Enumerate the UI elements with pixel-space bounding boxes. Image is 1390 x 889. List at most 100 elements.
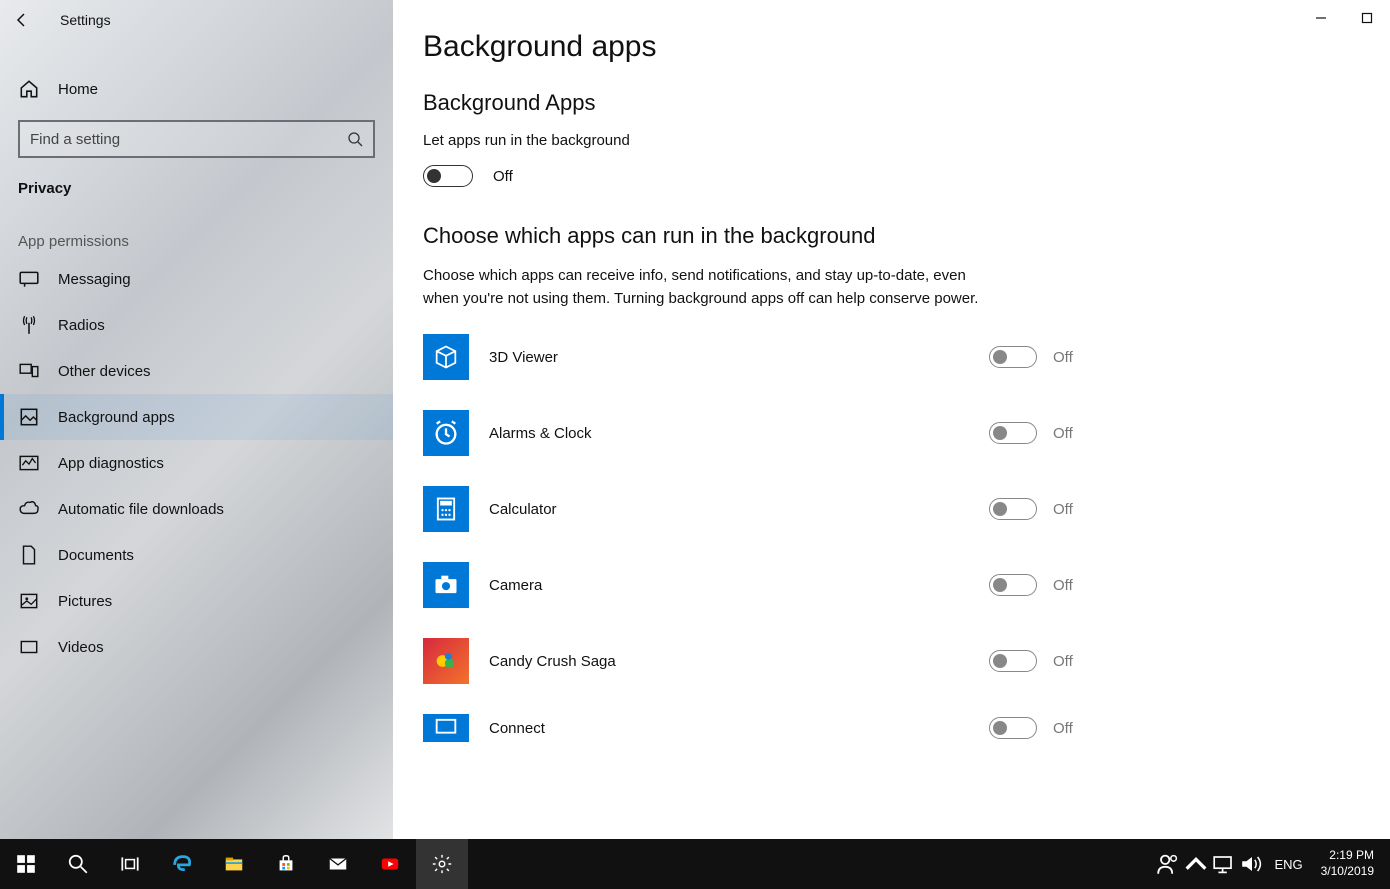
mail-button[interactable]	[312, 839, 364, 889]
master-toggle-label: Let apps run in the background	[423, 132, 1093, 149]
section-description: Choose which apps can receive info, send…	[423, 265, 983, 310]
sidebar-item-label: Radios	[58, 317, 105, 334]
sidebar-home-label: Home	[58, 81, 98, 98]
sidebar-item-videos[interactable]: Videos	[0, 624, 393, 670]
task-view-button[interactable]	[104, 839, 156, 889]
search-wrap	[0, 112, 393, 166]
maximize-button[interactable]	[1344, 0, 1390, 36]
section-title-2: Choose which apps can run in the backgro…	[423, 223, 1093, 249]
alarms-icon	[423, 410, 469, 456]
background-apps-icon	[18, 406, 40, 428]
sidebar-item-automatic-downloads[interactable]: Automatic file downloads	[0, 486, 393, 532]
messaging-icon	[18, 268, 40, 290]
app-toggle[interactable]	[989, 498, 1037, 520]
language-indicator[interactable]: ENG	[1266, 857, 1310, 872]
app-toggle[interactable]	[989, 422, 1037, 444]
sidebar-item-documents[interactable]: Documents	[0, 532, 393, 578]
app-toggle-state: Off	[1053, 425, 1093, 442]
sidebar-item-radios[interactable]: Radios	[0, 302, 393, 348]
sidebar-item-background-apps[interactable]: Background apps	[0, 394, 393, 440]
sidebar-item-pictures[interactable]: Pictures	[0, 578, 393, 624]
app-name: Calculator	[489, 501, 989, 518]
sidebar-item-label: Videos	[58, 639, 104, 656]
store-button[interactable]	[260, 839, 312, 889]
settings-taskbar-button[interactable]	[416, 839, 468, 889]
sidebar-item-label: Other devices	[58, 363, 151, 380]
app-toggle[interactable]	[989, 574, 1037, 596]
app-toggle-state: Off	[1053, 720, 1093, 737]
diagnostics-icon	[18, 452, 40, 474]
app-name: Camera	[489, 577, 989, 594]
titlebar: Settings	[0, 0, 393, 40]
search-icon	[347, 131, 363, 147]
radios-icon	[18, 314, 40, 336]
app-toggle[interactable]	[989, 346, 1037, 368]
sidebar-item-messaging[interactable]: Messaging	[0, 256, 393, 302]
sidebar-item-label: App diagnostics	[58, 455, 164, 472]
network-icon[interactable]	[1210, 839, 1238, 889]
page-title: Background apps	[423, 30, 1093, 64]
system-tray: ENG 2:19 PM 3/10/2019	[1154, 839, 1390, 889]
start-button[interactable]	[0, 839, 52, 889]
sidebar: Settings Home Privacy App permissions Me…	[0, 0, 393, 839]
taskbar: ENG 2:19 PM 3/10/2019	[0, 839, 1390, 889]
sidebar-section-label: App permissions	[0, 207, 393, 256]
cloud-icon	[18, 498, 40, 520]
minimize-button[interactable]	[1298, 0, 1344, 36]
document-icon	[18, 544, 40, 566]
sidebar-item-other-devices[interactable]: Other devices	[0, 348, 393, 394]
app-name: Candy Crush Saga	[489, 653, 989, 670]
clock-time: 2:19 PM	[1321, 848, 1374, 864]
3d-viewer-icon	[423, 334, 469, 380]
app-row-3d-viewer: 3D Viewer Off	[423, 334, 1093, 380]
content: Background apps Background Apps Let apps…	[393, 0, 1093, 839]
videos-icon	[18, 636, 40, 658]
arrow-left-icon	[14, 12, 30, 28]
clock-date: 3/10/2019	[1321, 864, 1374, 880]
search-box[interactable]	[18, 120, 375, 158]
app-name: Alarms & Clock	[489, 425, 989, 442]
app-row-alarms: Alarms & Clock Off	[423, 410, 1093, 456]
sidebar-item-label: Background apps	[58, 409, 175, 426]
sidebar-item-label: Automatic file downloads	[58, 501, 224, 518]
back-button[interactable]	[8, 6, 36, 34]
master-toggle-state: Off	[493, 168, 513, 185]
app-toggle[interactable]	[989, 717, 1037, 739]
edge-button[interactable]	[156, 839, 208, 889]
pictures-icon	[18, 590, 40, 612]
app-toggle-state: Off	[1053, 501, 1093, 518]
youtube-button[interactable]	[364, 839, 416, 889]
app-toggle-state: Off	[1053, 349, 1093, 366]
connect-icon	[423, 714, 469, 742]
tray-chevron-icon[interactable]	[1182, 839, 1210, 889]
people-icon[interactable]	[1154, 839, 1182, 889]
camera-icon	[423, 562, 469, 608]
app-row-calculator: Calculator Off	[423, 486, 1093, 532]
app-name: Connect	[489, 720, 989, 737]
main-area: Background apps Background Apps Let apps…	[393, 0, 1390, 839]
search-input[interactable]	[30, 131, 347, 148]
candy-crush-icon	[423, 638, 469, 684]
master-toggle[interactable]	[423, 165, 473, 187]
app-row-candy-crush: Candy Crush Saga Off	[423, 638, 1093, 684]
app-name: 3D Viewer	[489, 349, 989, 366]
sidebar-item-app-diagnostics[interactable]: App diagnostics	[0, 440, 393, 486]
taskbar-search-button[interactable]	[52, 839, 104, 889]
app-row-connect: Connect Off	[423, 714, 1093, 742]
volume-icon[interactable]	[1238, 839, 1266, 889]
devices-icon	[18, 360, 40, 382]
taskbar-clock[interactable]: 2:19 PM 3/10/2019	[1311, 848, 1384, 879]
app-toggle-state: Off	[1053, 653, 1093, 670]
window-title: Settings	[60, 12, 111, 28]
sidebar-home[interactable]: Home	[0, 66, 393, 112]
app-toggle[interactable]	[989, 650, 1037, 672]
app-toggle-state: Off	[1053, 577, 1093, 594]
sidebar-item-label: Pictures	[58, 593, 112, 610]
sidebar-item-label: Documents	[58, 547, 134, 564]
window-controls	[1298, 0, 1390, 36]
home-icon	[18, 78, 40, 100]
sidebar-category: Privacy	[0, 166, 393, 207]
calculator-icon	[423, 486, 469, 532]
file-explorer-button[interactable]	[208, 839, 260, 889]
sidebar-item-label: Messaging	[58, 271, 131, 288]
